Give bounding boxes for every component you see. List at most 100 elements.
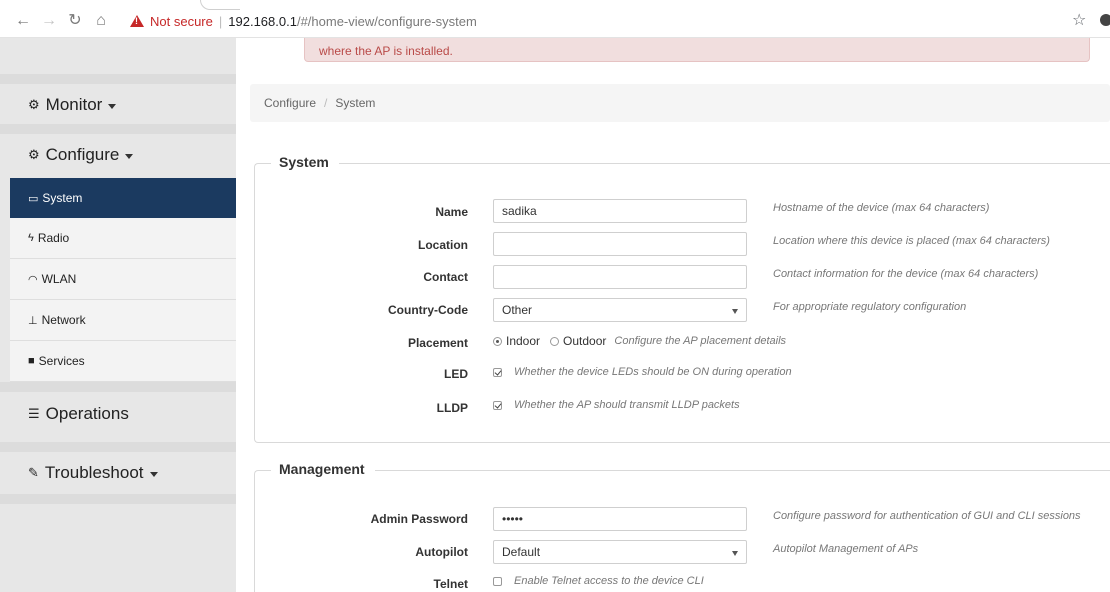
sidebar-item-troubleshoot[interactable]: ✎ Troubleshoot	[10, 456, 236, 490]
outdoor-label[interactable]: Outdoor	[563, 334, 606, 348]
system-legend: System	[271, 154, 339, 170]
admin-password-help: Configure password for authentication of…	[773, 510, 1081, 522]
tab-edge	[200, 0, 240, 10]
led-label: LED	[444, 367, 468, 381]
breadcrumb-separator: /	[324, 96, 328, 110]
url-path: /#/home-view/configure-system	[296, 13, 477, 29]
caret-down-icon	[149, 471, 158, 477]
admin-password-label: Admin Password	[370, 512, 468, 526]
sidebar-item-label: Network	[41, 313, 86, 327]
caret-down-icon	[125, 153, 134, 159]
lldp-label: LLDP	[436, 401, 468, 415]
autopilot-label: Autopilot	[415, 545, 468, 559]
led-checkbox[interactable]	[493, 367, 502, 377]
wrench-icon: ✎	[28, 465, 39, 480]
sitemap-icon: ⊥	[28, 314, 38, 327]
extension-icon[interactable]	[1100, 14, 1110, 26]
telnet-row: Enable Telnet access to the device CLI	[493, 575, 704, 587]
lldp-help: Whether the AP should transmit LLDP pack…	[514, 399, 740, 411]
management-legend: Management	[271, 461, 375, 477]
sidebar-separator	[0, 74, 236, 84]
indoor-radio[interactable]	[493, 336, 502, 346]
location-input[interactable]	[493, 232, 747, 256]
autopilot-help: Autopilot Management of APs	[773, 543, 919, 555]
warning-icon	[130, 15, 144, 27]
bolt-icon: ϟ	[28, 232, 34, 244]
reload-icon[interactable]: ↻	[66, 12, 84, 30]
sidebar-item-configure[interactable]: ⚙ Configure	[10, 138, 236, 172]
placement-options: Indoor Outdoor Configure the AP placemen…	[493, 334, 786, 348]
contact-label: Contact	[423, 270, 468, 284]
caret-down-icon	[108, 103, 117, 109]
placement-help: Configure the AP placement details	[614, 335, 787, 347]
sidebar-item-monitor[interactable]: ⚙ Monitor	[10, 88, 236, 122]
dropdown-arrow-icon	[732, 551, 738, 556]
bookmark-star-icon[interactable]: ☆	[1072, 10, 1086, 30]
alert-text: where the AP is installed.	[319, 44, 453, 58]
breadcrumb: Configure / System	[250, 84, 1110, 122]
autopilot-value: Default	[502, 545, 541, 559]
autopilot-select[interactable]: Default	[493, 540, 747, 564]
location-help: Location where this device is placed (ma…	[773, 235, 1050, 247]
sidebar: ⚙ Monitor ⚙ Configure ▭ System ϟ Radio ◠…	[0, 38, 236, 592]
sidebar-item-label: System	[42, 191, 83, 205]
name-label: Name	[435, 205, 468, 219]
contact-help: Contact information for the device (max …	[773, 268, 1039, 280]
not-secure-label[interactable]: Not secure	[150, 14, 213, 29]
sidebar-item-wlan[interactable]: ◠ WLAN	[10, 259, 236, 300]
sidebar-item-system[interactable]: ▭ System	[10, 178, 236, 218]
alert-banner: where the AP is installed.	[304, 38, 1090, 62]
sidebar-item-label: Services	[38, 354, 85, 368]
admin-password-input[interactable]	[493, 507, 747, 531]
outdoor-radio[interactable]	[550, 336, 560, 346]
sidebar-item-operations[interactable]: ☰ Operations	[10, 396, 236, 432]
breadcrumb-configure[interactable]: Configure	[264, 96, 316, 110]
sidebar-item-label: Operations	[45, 404, 129, 423]
sidebar-item-radio[interactable]: ϟ Radio	[10, 218, 236, 259]
telnet-label: Telnet	[433, 577, 468, 591]
telnet-checkbox[interactable]	[493, 576, 502, 586]
name-input[interactable]	[493, 199, 747, 223]
sidebar-item-label: Radio	[37, 231, 70, 245]
country-code-help: For appropriate regulatory configuration	[773, 301, 967, 313]
country-code-select[interactable]: Other	[493, 298, 747, 322]
sidebar-item-label: WLAN	[41, 272, 77, 286]
address-bar[interactable]: Not secure | 192.168.0.1 /#/home-view/co…	[130, 12, 477, 30]
dropdown-arrow-icon	[732, 309, 738, 314]
telnet-help: Enable Telnet access to the device CLI	[514, 575, 704, 587]
url-separator: |	[218, 13, 223, 29]
indoor-label[interactable]: Indoor	[506, 334, 540, 348]
sidebar-separator	[0, 382, 236, 392]
management-fieldset: Management	[254, 461, 1110, 592]
sidebar-separator	[0, 442, 236, 452]
sidebar-item-label: Configure	[45, 145, 120, 164]
led-help: Whether the device LEDs should be ON dur…	[514, 366, 792, 378]
monitor-icon: ▭	[28, 192, 39, 205]
sidebar-item-services[interactable]: ■ Services	[10, 341, 236, 382]
lldp-row: Whether the AP should transmit LLDP pack…	[493, 399, 740, 411]
sidebar-item-network[interactable]: ⊥ Network	[10, 300, 236, 341]
location-label: Location	[418, 238, 468, 252]
wifi-icon: ◠	[28, 273, 38, 286]
briefcase-icon: ■	[28, 355, 35, 367]
sliders-icon: ☰	[28, 406, 40, 421]
url-host: 192.168.0.1	[228, 13, 297, 29]
name-help: Hostname of the device (max 64 character…	[773, 202, 990, 214]
placement-label: Placement	[407, 336, 468, 350]
home-icon[interactable]: ⌂	[92, 12, 110, 30]
sidebar-item-label: Troubleshoot	[44, 463, 144, 482]
sidebar-item-label: Monitor	[45, 95, 103, 114]
browser-toolbar: ← → ↻ ⌂ Not secure | 192.168.0.1 /#/home…	[0, 0, 1110, 38]
dashboard-gauge-icon: ⚙	[28, 97, 40, 112]
gear-icon: ⚙	[28, 147, 40, 162]
country-code-label: Country-Code	[388, 303, 468, 317]
lldp-checkbox[interactable]	[493, 400, 502, 410]
sidebar-separator	[0, 124, 236, 134]
breadcrumb-system: System	[335, 96, 376, 110]
led-row: Whether the device LEDs should be ON dur…	[493, 366, 792, 378]
country-code-value: Other	[502, 303, 533, 317]
forward-icon[interactable]: →	[40, 12, 58, 30]
sidebar-separator	[0, 494, 236, 504]
back-icon[interactable]: ←	[14, 12, 32, 30]
contact-input[interactable]	[493, 265, 747, 289]
